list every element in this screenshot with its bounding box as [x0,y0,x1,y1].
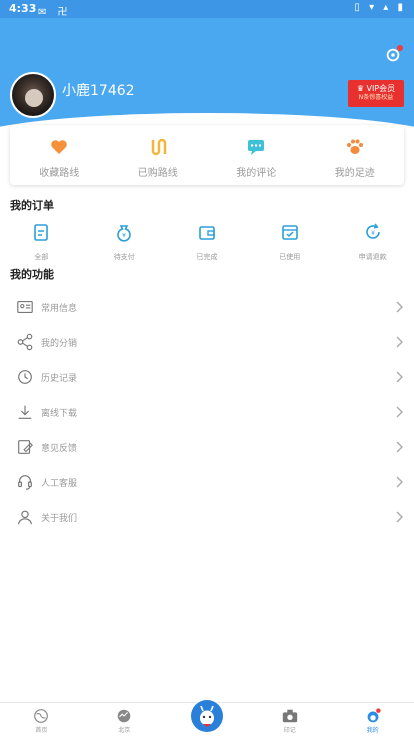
order-label: 已完成 [196,253,218,261]
status-bar: 4:33 ✉ 卍 ▯ ▾ ▴ ▮ [0,0,414,18]
money-bag-icon: ¥ [117,225,131,242]
user-icon [18,510,32,525]
route-icon [151,138,166,156]
my-footprints-button[interactable]: 我的足迹 [306,125,405,185]
status-system-icons: ▯ ▾ ▴ ▮ [354,2,406,13]
city-globe-icon [117,709,131,723]
order-label: 申请退款 [358,253,387,261]
orders-title: 我的订单 [10,199,54,212]
heart-icon [51,140,68,154]
svg-text:¥: ¥ [122,233,126,240]
tab-label: 首页 [35,727,48,734]
order-used-button[interactable]: 已使用 [248,222,331,263]
username[interactable]: 小鹿17462 [62,80,135,100]
avatar[interactable] [10,72,56,118]
camera-icon [282,709,297,723]
vip-button[interactable]: ♛ VIP会员 N条惊喜权益 [348,80,404,107]
profile-header [0,18,414,135]
order-label: 已使用 [279,253,301,261]
tab-label: 印记 [283,727,296,734]
function-label: 离线下载 [41,409,78,419]
headset-icon [18,475,32,490]
function-row-customer-service[interactable]: 人工客服 [0,465,414,500]
envelope-check-icon [281,225,298,240]
clipboard-icon [34,224,49,241]
paw-icon [346,139,363,154]
order-completed-button[interactable]: 已完成 [166,222,249,263]
wallet-icon [199,226,215,240]
profile-deer-icon [367,708,381,723]
feedback-icon [18,440,33,454]
comment-icon [248,140,265,155]
vip-title: ♛ VIP会员 [356,84,396,93]
function-row-feedback[interactable]: 意见反馈 [0,430,414,465]
status-notification-icons: ✉ 卍 [38,7,72,18]
order-label: 待支付 [113,253,135,261]
route-actions-card: 收藏路线 已购路线 我的评论 我的足迹 [10,125,404,185]
download-icon [18,405,32,419]
order-refund-button[interactable]: ¥ 申请退款 [331,222,414,263]
vip-subtitle: N条惊喜权益 [358,94,394,101]
chevron-right-icon [396,371,403,383]
id-card-icon [17,301,33,313]
refund-icon: ¥ [365,223,380,239]
function-row-about-us[interactable]: 关于我们 [0,500,414,535]
settings-icon[interactable] [384,45,403,64]
function-label: 关于我们 [41,514,78,524]
route-action-label: 已购路线 [137,168,178,179]
chevron-right-icon [396,406,403,418]
function-row-history[interactable]: 历史记录 [0,360,414,395]
chevron-right-icon [396,511,403,523]
my-comments-button[interactable]: 我的评论 [207,125,306,185]
tab-label: 我的 [366,727,379,734]
tab-label: 北京 [118,727,131,734]
tab-mine[interactable]: 我的 [331,703,414,738]
home-globe-icon [34,709,49,723]
tab-home[interactable]: 首页 [0,703,83,738]
functions-title: 我的功能 [10,268,54,281]
route-action-label: 收藏路线 [39,168,80,179]
collected-routes-button[interactable]: 收藏路线 [10,125,109,185]
chevron-right-icon [396,441,403,453]
function-label: 常用信息 [41,304,78,314]
function-row-common-info[interactable]: 常用信息 [0,290,414,325]
chevron-right-icon [396,336,403,348]
orders-row: 全部 ¥ 待支付 已完成 已使用 ¥ 申请退款 [0,222,414,263]
chevron-right-icon [396,476,403,488]
notification-dot [397,45,403,51]
share-icon [17,333,33,351]
function-label: 意见反馈 [41,444,78,454]
order-all-button[interactable]: 全部 [0,222,83,263]
svg-text:¥: ¥ [371,230,375,237]
route-action-label: 我的评论 [236,168,277,179]
status-time: 4:33 [9,2,37,15]
deer-mascot-icon [192,701,222,731]
function-label: 历史记录 [41,374,78,384]
order-pending-payment-button[interactable]: ¥ 待支付 [83,222,166,263]
function-row-my-distribution[interactable]: 我的分销 [0,325,414,360]
clock-icon [18,370,32,384]
order-label: 全部 [34,253,49,261]
tab-imprint[interactable]: 印记 [248,703,331,738]
chevron-right-icon [396,301,403,313]
route-action-label: 我的足迹 [334,168,375,179]
tab-city[interactable]: 北京 [83,703,166,738]
functions-list: 常用信息 我的分销 历史记录 离线下载 意见反馈 人工客服 关于我们 [0,290,414,535]
function-label: 我的分销 [41,339,78,349]
function-label: 人工客服 [41,479,78,489]
purchased-routes-button[interactable]: 已购路线 [109,125,208,185]
deer-mascot-button[interactable] [191,700,223,732]
function-row-offline-download[interactable]: 离线下载 [0,395,414,430]
